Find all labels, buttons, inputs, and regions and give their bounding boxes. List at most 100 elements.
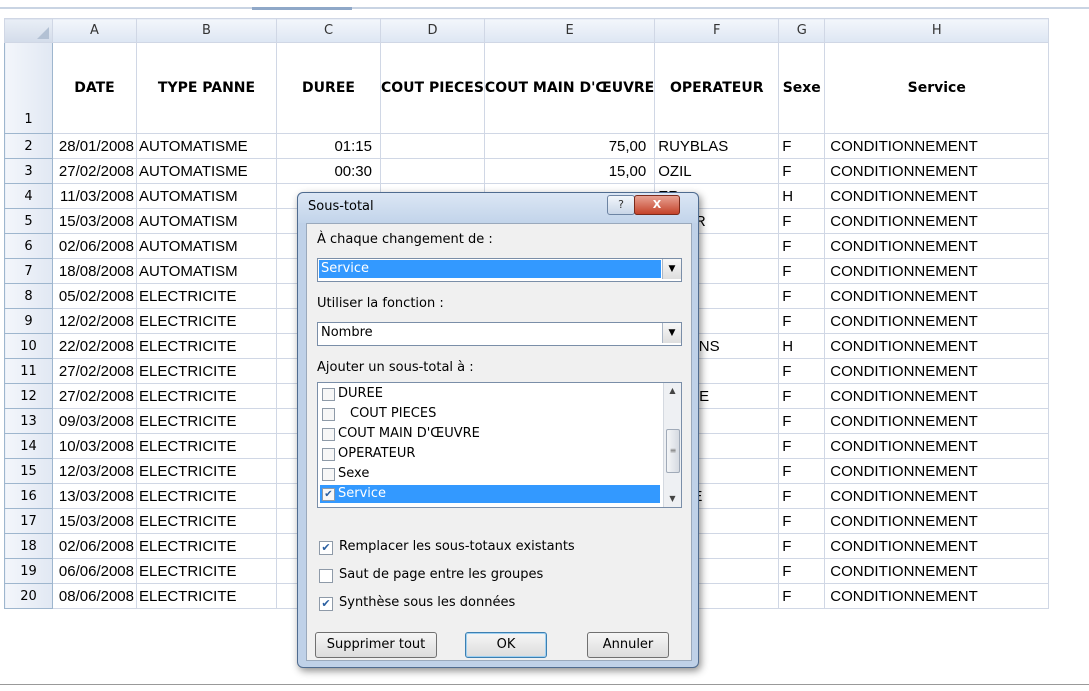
column-header-b[interactable]: B bbox=[136, 18, 277, 43]
cell-sexe[interactable]: F bbox=[778, 483, 826, 509]
cell-date[interactable]: 28/01/2008 bbox=[52, 133, 137, 159]
cell-type-panne[interactable]: ELECTRICITE bbox=[136, 283, 277, 309]
cell-date[interactable]: 27/02/2008 bbox=[52, 158, 137, 184]
help-icon[interactable]: ? bbox=[607, 195, 635, 215]
cancel-button[interactable]: Annuler bbox=[587, 632, 669, 658]
cell-type-panne[interactable]: AUTOMATISM bbox=[136, 233, 277, 259]
cell-type-panne[interactable]: ELECTRICITE bbox=[136, 483, 277, 509]
row-header[interactable]: 11 bbox=[4, 358, 53, 384]
cell-service[interactable]: CONDITIONNEMENT bbox=[824, 208, 1050, 234]
cell-service[interactable]: CONDITIONNEMENT bbox=[824, 283, 1050, 309]
cell-sexe[interactable]: F bbox=[778, 358, 826, 384]
cell-type-panne[interactable]: AUTOMATISM bbox=[136, 183, 277, 209]
cell-type-panne[interactable]: AUTOMATISM bbox=[136, 208, 277, 234]
cell-service[interactable]: CONDITIONNEMENT bbox=[824, 383, 1050, 409]
chevron-down-icon[interactable]: ▼ bbox=[662, 259, 681, 279]
row-header[interactable]: 10 bbox=[4, 333, 53, 359]
cell-service[interactable]: CONDITIONNEMENT bbox=[824, 458, 1050, 484]
cell-operateur[interactable]: OZIL bbox=[654, 158, 780, 184]
chevron-down-icon[interactable]: ▼ bbox=[662, 323, 681, 343]
cell-service[interactable]: CONDITIONNEMENT bbox=[824, 308, 1050, 334]
cell-duree[interactable]: 01:15 bbox=[276, 133, 381, 159]
cell-type-panne[interactable]: ELECTRICITE bbox=[136, 558, 277, 584]
cell-date[interactable]: 05/02/2008 bbox=[52, 283, 137, 309]
cell-service[interactable]: CONDITIONNEMENT bbox=[824, 333, 1050, 359]
cell-operateur[interactable]: RUYBLAS bbox=[654, 133, 780, 159]
cell-sexe[interactable]: H bbox=[778, 333, 826, 359]
row-header[interactable]: 18 bbox=[4, 533, 53, 559]
function-select[interactable]: Nombre ▼ bbox=[317, 322, 682, 346]
header-cout-main[interactable]: COUT MAIN D'ŒUVRE bbox=[483, 42, 656, 134]
row-header[interactable]: 6 bbox=[4, 233, 53, 259]
cell-service[interactable]: CONDITIONNEMENT bbox=[824, 408, 1050, 434]
column-header-e[interactable]: E bbox=[483, 18, 656, 43]
row-header[interactable]: 14 bbox=[4, 433, 53, 459]
cell-sexe[interactable]: F bbox=[778, 383, 826, 409]
ok-button[interactable]: OK bbox=[465, 632, 547, 658]
checkbox-icon[interactable] bbox=[322, 388, 335, 401]
cell-sexe[interactable]: H bbox=[778, 183, 826, 209]
cell-type-panne[interactable]: ELECTRICITE bbox=[136, 383, 277, 409]
cell-date[interactable]: 27/02/2008 bbox=[52, 383, 137, 409]
row-header[interactable]: 17 bbox=[4, 508, 53, 534]
field-list-item[interactable]: OPERATEUR bbox=[320, 445, 660, 463]
cell-type-panne[interactable]: ELECTRICITE bbox=[136, 408, 277, 434]
checkbox-icon[interactable] bbox=[322, 408, 335, 421]
cell-date[interactable]: 06/06/2008 bbox=[52, 558, 137, 584]
cell-sexe[interactable]: F bbox=[778, 508, 826, 534]
cell-sexe[interactable]: F bbox=[778, 533, 826, 559]
cell-date[interactable]: 18/08/2008 bbox=[52, 258, 137, 284]
column-header-f[interactable]: F bbox=[654, 18, 780, 43]
column-header-d[interactable]: D bbox=[380, 18, 485, 43]
cell-type-panne[interactable]: ELECTRICITE bbox=[136, 358, 277, 384]
cell-sexe[interactable]: F bbox=[778, 133, 826, 159]
cell-sexe[interactable]: F bbox=[778, 433, 826, 459]
cell-date[interactable]: 02/06/2008 bbox=[52, 233, 137, 259]
header-service[interactable]: Service bbox=[824, 42, 1050, 134]
cell-service[interactable]: CONDITIONNEMENT bbox=[824, 533, 1050, 559]
column-header-g[interactable]: G bbox=[778, 18, 826, 43]
group-by-select[interactable]: Service ▼ bbox=[317, 258, 682, 282]
column-header-c[interactable]: C bbox=[276, 18, 381, 43]
cell-date[interactable]: 22/02/2008 bbox=[52, 333, 137, 359]
row-header[interactable]: 16 bbox=[4, 483, 53, 509]
row-header[interactable]: 9 bbox=[4, 308, 53, 334]
cell-date[interactable]: 09/03/2008 bbox=[52, 408, 137, 434]
cell-cout-pieces[interactable] bbox=[380, 133, 485, 159]
cell-date[interactable]: 02/06/2008 bbox=[52, 533, 137, 559]
cell-date[interactable]: 15/03/2008 bbox=[52, 508, 137, 534]
header-date[interactable]: DATE bbox=[52, 42, 137, 134]
cell-type-panne[interactable]: AUTOMATISM bbox=[136, 258, 277, 284]
row-header[interactable]: 5 bbox=[4, 208, 53, 234]
row-header[interactable]: 7 bbox=[4, 258, 53, 284]
cell-type-panne[interactable]: AUTOMATISME bbox=[136, 158, 277, 184]
row-header[interactable]: 4 bbox=[4, 183, 53, 209]
cell-date[interactable]: 15/03/2008 bbox=[52, 208, 137, 234]
cell-sexe[interactable]: F bbox=[778, 283, 826, 309]
row-header[interactable]: 8 bbox=[4, 283, 53, 309]
cell-service[interactable]: CONDITIONNEMENT bbox=[824, 483, 1050, 509]
field-list-item[interactable]: DUREE bbox=[320, 385, 660, 403]
row-header[interactable]: 19 bbox=[4, 558, 53, 584]
cell-sexe[interactable]: F bbox=[778, 308, 826, 334]
header-operateur[interactable]: OPERATEUR bbox=[654, 42, 780, 134]
field-list-item[interactable]: Sexe bbox=[320, 465, 660, 483]
cell-date[interactable]: 11/03/2008 bbox=[52, 183, 137, 209]
cell-date[interactable]: 12/03/2008 bbox=[52, 458, 137, 484]
cell-date[interactable]: 12/02/2008 bbox=[52, 308, 137, 334]
cell-type-panne[interactable]: ELECTRICITE bbox=[136, 508, 277, 534]
checkbox-icon[interactable]: ✔ bbox=[319, 541, 333, 555]
column-header-h[interactable]: H bbox=[824, 18, 1050, 43]
scroll-thumb[interactable]: ≡ bbox=[666, 429, 680, 473]
cell-sexe[interactable]: F bbox=[778, 583, 826, 609]
cell-service[interactable]: CONDITIONNEMENT bbox=[824, 183, 1050, 209]
cell-service[interactable]: CONDITIONNEMENT bbox=[824, 558, 1050, 584]
cell-sexe[interactable]: F bbox=[778, 458, 826, 484]
cell-service[interactable]: CONDITIONNEMENT bbox=[824, 133, 1050, 159]
cell-sexe[interactable]: F bbox=[778, 158, 826, 184]
checkbox-icon[interactable] bbox=[322, 468, 335, 481]
cell-sexe[interactable]: F bbox=[778, 258, 826, 284]
cell-service[interactable]: CONDITIONNEMENT bbox=[824, 358, 1050, 384]
header-type-panne[interactable]: TYPE PANNE bbox=[136, 42, 277, 134]
cell-duree[interactable]: 00:30 bbox=[276, 158, 381, 184]
